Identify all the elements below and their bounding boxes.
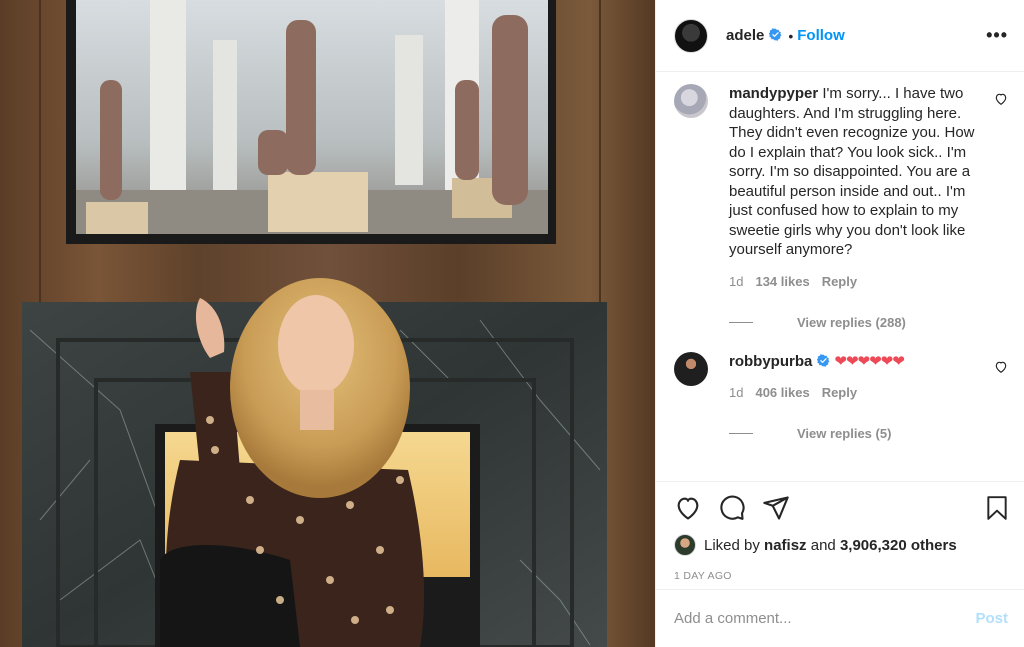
- likes-others[interactable]: 3,906,320 others: [840, 537, 957, 554]
- comment-body: mandypyper I'm sorry... I have two daugh…: [729, 84, 1008, 330]
- author-username-label[interactable]: adele: [726, 27, 764, 44]
- post-header: adele • Follow •••: [656, 0, 1024, 72]
- comment-age[interactable]: 1d: [729, 274, 743, 289]
- likes-summary[interactable]: Liked by nafisz and 3,906,320 others: [674, 534, 1010, 556]
- comment-likes[interactable]: 406 likes: [755, 385, 809, 400]
- comment-text: robbypurba ❤❤❤❤❤❤: [729, 352, 984, 372]
- commenter-avatar[interactable]: [674, 351, 708, 386]
- view-replies-label[interactable]: View replies (288): [797, 315, 906, 330]
- replies-divider: [729, 321, 753, 323]
- reply-button[interactable]: Reply: [822, 385, 857, 400]
- header-separator: •: [788, 27, 794, 44]
- comment-content: I'm sorry... I have two daughters. And I…: [729, 85, 975, 258]
- author-avatar[interactable]: [674, 18, 708, 53]
- bookmark-icon[interactable]: [984, 494, 1010, 522]
- replies-divider: [729, 433, 753, 434]
- post-sidebar: adele • Follow ••• mandypyper I'm sorry.…: [655, 0, 1024, 647]
- comment-like-heart-icon[interactable]: [994, 92, 1008, 106]
- instagram-post: adele • Follow ••• mandypyper I'm sorry.…: [0, 0, 1024, 647]
- reply-button[interactable]: Reply: [822, 274, 857, 289]
- author-username[interactable]: adele: [726, 27, 782, 44]
- comment-item: mandypyper I'm sorry... I have two daugh…: [674, 84, 1008, 330]
- comment-age[interactable]: 1d: [729, 385, 743, 400]
- comment-meta: 1d 134 likes Reply: [729, 274, 984, 289]
- comment-like-heart-icon[interactable]: [994, 360, 1008, 374]
- comment-meta: 1d 406 likes Reply: [729, 385, 984, 400]
- comment-username[interactable]: robbypurba: [729, 353, 812, 370]
- more-options-button[interactable]: •••: [986, 25, 1008, 46]
- liker-username[interactable]: nafisz: [764, 537, 807, 554]
- comment-item: robbypurba ❤❤❤❤❤❤ 1d 406 likes Reply Vie…: [674, 351, 1008, 441]
- post-actions: Liked by nafisz and 3,906,320 others 1 D…: [656, 481, 1024, 589]
- post-comment-button[interactable]: Post: [975, 610, 1008, 627]
- comment-input[interactable]: [674, 610, 976, 627]
- comment-body: robbypurba ❤❤❤❤❤❤ 1d 406 likes Reply Vie…: [729, 352, 1008, 441]
- add-comment-bar: Post: [656, 589, 1024, 647]
- comment-content: ❤❤❤❤❤❤: [834, 352, 905, 370]
- comment-text: mandypyper I'm sorry... I have two daugh…: [729, 84, 984, 260]
- verified-icon: [817, 353, 830, 367]
- follow-button[interactable]: Follow: [797, 27, 845, 44]
- liker-avatar[interactable]: [674, 534, 696, 556]
- likes-prefix: Liked by: [704, 536, 760, 554]
- post-timestamp[interactable]: 1 DAY AGO: [674, 570, 1010, 582]
- post-photo[interactable]: [0, 0, 655, 647]
- action-icons: [674, 494, 1010, 522]
- comment-likes[interactable]: 134 likes: [755, 274, 809, 289]
- photo-illustration: [0, 0, 655, 647]
- heart-icon[interactable]: [674, 494, 702, 522]
- view-replies-label[interactable]: View replies (5): [797, 426, 891, 441]
- comments-list[interactable]: mandypyper I'm sorry... I have two daugh…: [656, 72, 1024, 481]
- commenter-avatar[interactable]: [674, 84, 708, 118]
- view-replies[interactable]: View replies (288): [729, 315, 984, 330]
- verified-icon: [769, 28, 782, 41]
- view-replies[interactable]: View replies (5): [729, 426, 984, 441]
- share-icon[interactable]: [762, 494, 790, 522]
- comment-icon[interactable]: [718, 494, 746, 522]
- comment-username[interactable]: mandypyper: [729, 85, 818, 102]
- likes-conj: and: [810, 536, 836, 554]
